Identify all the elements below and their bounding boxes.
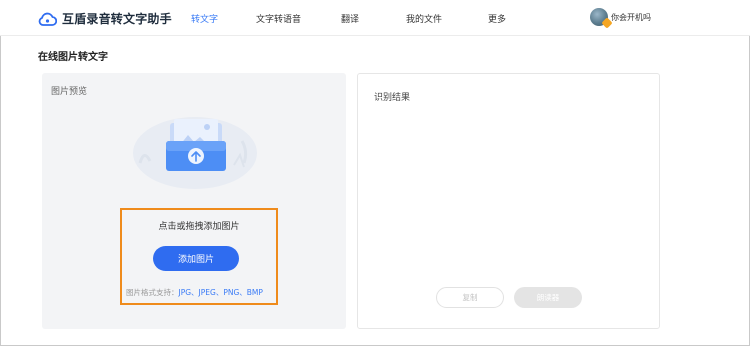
app-title: 互盾录音转文字助手 [62, 12, 172, 26]
recognition-result-panel: 识别结果 复制 朗读器 [357, 73, 660, 329]
upload-folder-illustration-icon [133, 117, 257, 189]
preview-label: 图片预览 [51, 87, 88, 97]
nav-tab-my-files[interactable]: 我的文件 [406, 12, 442, 25]
avatar[interactable] [590, 8, 613, 29]
upload-hint: 点击或拖拽添加图片 [158, 222, 240, 232]
result-label: 识别结果 [374, 93, 411, 103]
read-aloud-button[interactable]: 朗读器 [514, 287, 582, 308]
user-menu[interactable]: 你会开机吗 [590, 8, 651, 29]
upload-dropzone[interactable]: 点击或拖拽添加图片 添加图片 图片格式支持：JPG、JPEG、PNG、BMP [120, 208, 278, 305]
nav-tab-transcribe[interactable]: 转文字 [191, 12, 218, 25]
supported-formats: 图片格式支持：JPG、JPEG、PNG、BMP [126, 287, 263, 298]
user-name: 你会开机吗 [611, 12, 651, 22]
copy-button[interactable]: 复制 [436, 287, 504, 308]
add-image-button[interactable]: 添加图片 [153, 246, 239, 271]
top-navbar: 互盾录音转文字助手 转文字 文字转语音 翻译 我的文件 更多 你会开机吗 [0, 0, 750, 36]
page-title: 在线图片转文字 [38, 52, 108, 63]
nav-tab-text-to-speech[interactable]: 文字转语音 [256, 12, 301, 25]
nav-tab-translate[interactable]: 翻译 [341, 12, 359, 25]
formats-list: JPG、JPEG、PNG、BMP [178, 288, 263, 297]
nav-tab-more[interactable]: 更多 [488, 12, 506, 25]
cloud-logo-icon [38, 12, 57, 26]
app-logo[interactable]: 互盾录音转文字助手 [38, 10, 172, 27]
formats-prefix: 图片格式支持： [126, 288, 179, 297]
